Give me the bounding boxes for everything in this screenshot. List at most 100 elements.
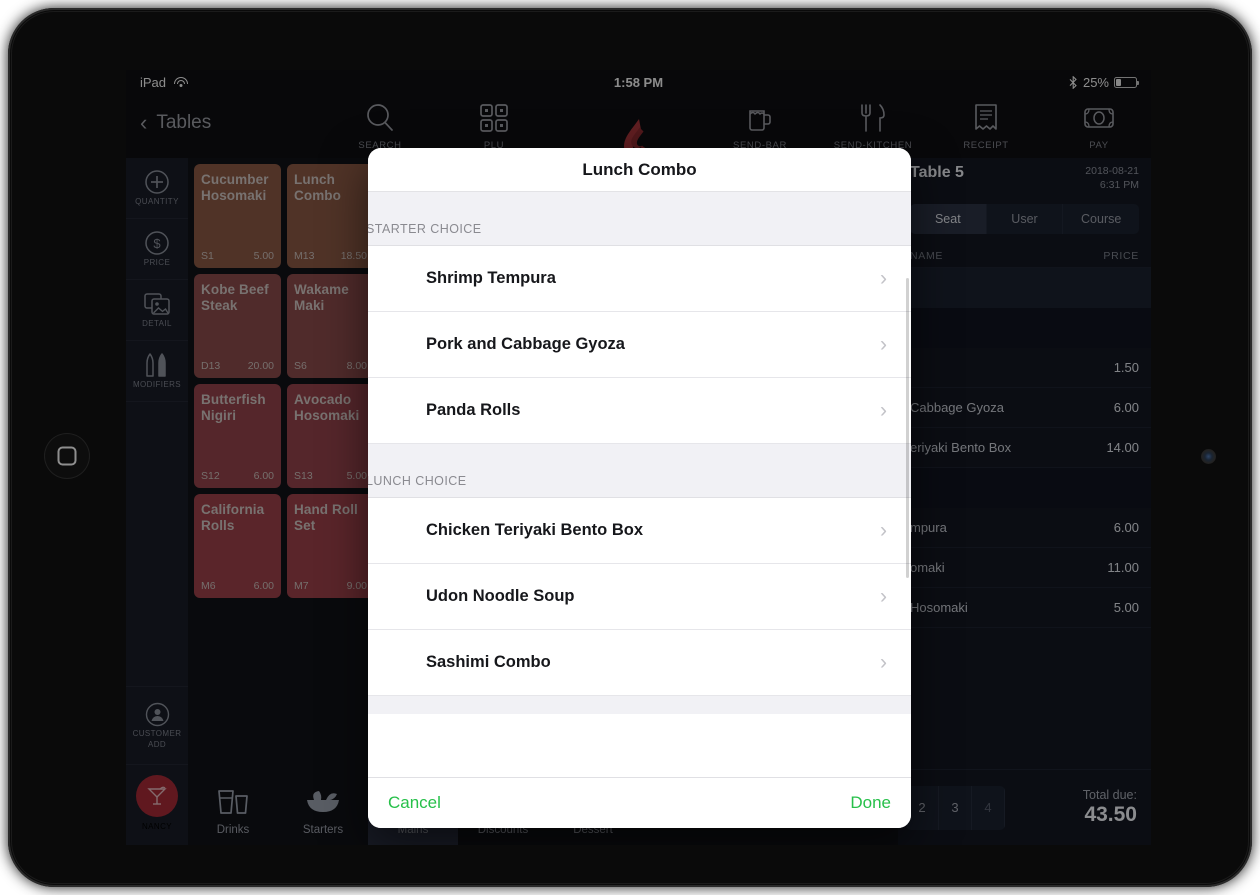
rail-item-detail[interactable]: DETAIL [126,280,188,341]
salad-bowl-icon [297,779,349,822]
svg-text:$: $ [153,236,161,251]
rail-label-detail: DETAIL [142,318,172,328]
product-tile[interactable]: Wakame Maki S6 8.00 [287,274,374,378]
order-row[interactable]: mpura 6.00 [898,508,1151,548]
order-row-price: 6.00 [1113,400,1139,415]
order-row-price: 5.00 [1113,600,1139,615]
total-due-value: 43.50 [1084,803,1137,826]
product-tile-name: Butterfish Nigiri [201,392,266,423]
chevron-right-icon: › [880,651,887,674]
banknote-icon [1051,99,1147,137]
battery-percent-label: 25% [1082,74,1109,90]
product-tile[interactable]: Avocado Hosomaki S13 5.00 [287,384,374,488]
order-row [898,308,1151,348]
rail-label-customer: CUSTOMER [132,728,182,738]
product-tile-price: 20.00 [247,360,274,372]
order-row[interactable]: eriyaki Bento Box 14.00 [898,428,1151,468]
product-tile-code: M7 [294,580,309,592]
modal-option-list[interactable]: STARTER CHOICE Shrimp Tempura › Pork and Ca… [368,192,911,777]
modal-scrollbar[interactable] [906,278,909,578]
toolbar-label-pay: PAY [1089,140,1109,151]
status-bar-right: 25% [1069,74,1139,90]
back-label: Tables [156,112,212,133]
order-row-price: 1.50 [1113,360,1139,375]
order-panel: Table 5 2018-08-21 6:31 PM Seat User Cou… [898,158,1151,845]
fork-knife-icon [825,99,921,137]
order-row[interactable]: 1.50 [898,348,1151,388]
ipad-device-frame: iPad 1:58 PM 25% ‹ Tables SEARCH PLU SEN… [8,8,1252,887]
product-tile[interactable]: Hand Roll Set M7 9.00 [287,494,374,598]
product-tile[interactable]: California Rolls M6 6.00 [194,494,281,598]
cancel-button[interactable]: Cancel [388,793,441,813]
rail-label-modifiers: MODIFIERS [132,380,182,390]
person-circle-icon [145,702,170,727]
product-tile[interactable]: Kobe Beef Steak D13 20.00 [194,274,281,378]
seat-button[interactable]: 3 [939,785,972,830]
product-tile-footer: M7 9.00 [294,580,367,592]
rail-label-user: NANCY [141,821,172,831]
home-button-icon [57,446,77,466]
beer-mug-icon [712,99,808,137]
product-tile-name: Lunch Combo [294,172,341,203]
order-row[interactable]: omaki 11.00 [898,548,1151,588]
order-row-name: Cabbage Gyoza [910,400,1004,415]
order-row-price: 6.00 [1113,520,1139,535]
modal-option-row[interactable]: Shrimp Tempura › [368,246,911,312]
modal-option-row[interactable]: Sashimi Combo › [368,630,911,696]
segment-user[interactable]: User [987,204,1064,234]
home-button[interactable] [44,433,90,479]
modal-option-row[interactable]: Chicken Teriyaki Bento Box › [368,498,911,564]
order-row[interactable]: Cabbage Gyoza 6.00 [898,388,1151,428]
front-camera [1201,449,1216,464]
modal-option-row[interactable]: Pork and Cabbage Gyoza › [368,312,911,378]
toolbar-item-search[interactable]: SEARCH [332,99,428,151]
seat-button[interactable]: 4 [972,785,1005,830]
ipad-screen: iPad 1:58 PM 25% ‹ Tables SEARCH PLU SEN… [126,70,1151,845]
modal-option-row[interactable]: Udon Noodle Soup › [368,564,911,630]
receipt-icon [938,99,1034,137]
rail-label-quantity: QUANTITY [135,197,179,207]
bluetooth-icon [1069,75,1078,89]
category-tab-drinks[interactable]: Drinks [188,775,278,845]
rail-item-customer-add[interactable]: CUSTOMER ADD [126,687,188,765]
product-tile[interactable]: Lunch Combo M13 18.50 [287,164,374,268]
rail-label-price: PRICE [143,258,171,268]
product-tile-price: 5.00 [253,250,274,262]
category-tab-starters[interactable]: Starters [278,775,368,845]
product-tile[interactable]: Butterfish Nigiri S12 6.00 [194,384,281,488]
modal-option-row[interactable]: Panda Rolls › [368,378,911,444]
modal-section-header: LUNCH CHOICE [368,444,911,498]
back-to-tables-button[interactable]: ‹ Tables [140,112,211,134]
product-tile-code: S12 [201,470,220,482]
product-tile-footer: S1 5.00 [201,250,274,262]
toolbar-item-send-bar[interactable]: SEND-BAR [712,99,808,151]
order-row-name: omaki [910,560,945,575]
rail-item-modifiers[interactable]: MODIFIERS [126,341,188,402]
product-tile-code: S6 [294,360,307,372]
product-tile[interactable]: Cucumber Hosomaki S1 5.00 [194,164,281,268]
toolbar-item-send-kitchen[interactable]: SEND-KITCHEN [825,99,921,151]
product-tile-price: 6.00 [253,580,274,592]
product-tile-price: 8.00 [346,360,367,372]
product-tile-name: Avocado Hosomaki [294,392,360,423]
segment-course[interactable]: Course [1063,204,1139,234]
modal-option-label: Sashimi Combo [426,653,551,671]
toolbar-item-plu[interactable]: PLU [446,99,542,151]
order-row[interactable]: Hosomaki 5.00 [898,588,1151,628]
rail-item-quantity[interactable]: QUANTITY [126,158,188,219]
modal-option-label: Udon Noodle Soup [426,587,575,605]
column-header-price: PRICE [1103,250,1139,262]
product-tile-price: 6.00 [253,470,274,482]
plus-circle-icon [144,169,170,195]
toolbar-item-pay[interactable]: PAY [1051,99,1147,151]
done-button[interactable]: Done [850,793,891,813]
modal-option-label: Panda Rolls [426,401,521,419]
rail-item-price[interactable]: $ PRICE [126,219,188,280]
product-tile-code: M6 [201,580,216,592]
modal-section-header-label: LUNCH CHOICE [368,474,467,488]
rail-item-user[interactable]: NANCY [126,765,188,841]
order-footer: 234 Total due: 43.50 [898,769,1151,845]
segment-seat[interactable]: Seat [910,204,987,234]
glasses-icon [207,779,259,822]
toolbar-item-receipt[interactable]: RECEIPT [938,99,1034,151]
